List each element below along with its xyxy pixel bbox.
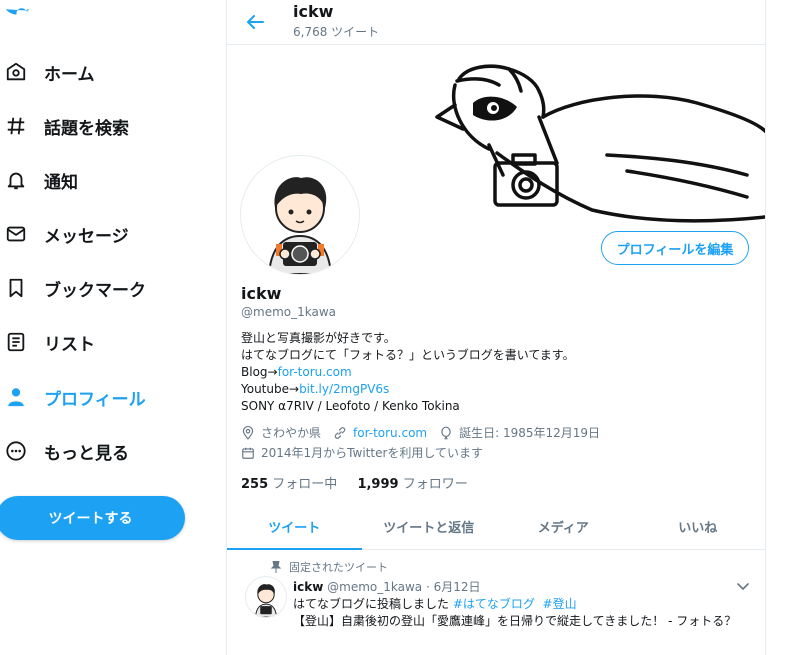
nav-item-profile[interactable]: プロフィール	[0, 377, 146, 417]
bell-icon	[4, 168, 28, 192]
followers-label: フォロワー	[402, 477, 468, 492]
bio-line: Blog→for-toru.com	[241, 364, 575, 381]
pinned-label: 固定されたツイート	[289, 561, 388, 574]
profile-avatar[interactable]	[240, 155, 360, 275]
bio-youtube-prefix: Youtube→	[241, 382, 300, 396]
tweet-button[interactable]: ツイートする	[0, 496, 185, 540]
tab-tweets[interactable]: ツイート	[227, 504, 362, 550]
bio-line: はてなブログにて「フォトる？」というブログを書いてます。	[241, 348, 575, 362]
edit-profile-button[interactable]: プロフィールを編集	[601, 231, 749, 265]
mail-icon	[4, 222, 28, 246]
nav-item-explore[interactable]: 話題を検索	[0, 106, 129, 146]
chevron-down-icon[interactable]	[735, 578, 751, 594]
nav-item-label: 話題を検索	[44, 118, 129, 139]
pinned-tweet[interactable]: 固定されたツイート ickw @memo_1kawa · 6月12日 はてなブロ…	[227, 550, 765, 655]
bio-line: 登山と写真撮影が好きです。	[241, 331, 396, 345]
link-icon	[333, 426, 347, 440]
profile-meta-row: さわやか県 for-toru.com 誕生日: 1985年12月19日	[241, 424, 600, 441]
nav-item-home[interactable]: ホーム	[0, 52, 95, 92]
tweet-header: ickw @memo_1kawa · 6月12日	[293, 578, 480, 595]
avatar-illustration	[267, 177, 333, 274]
twitter-logo-icon[interactable]	[4, 8, 30, 30]
hashtag-icon	[4, 114, 28, 138]
header-tweet-count: 6,768 ツイート	[293, 25, 380, 39]
pinned-indicator: 固定されたツイート	[271, 559, 388, 575]
nav-item-label: ブックマーク	[44, 280, 146, 301]
hashtag-link[interactable]: #登山	[543, 597, 577, 611]
nav-item-label: ホーム	[44, 64, 95, 85]
followers-link[interactable]: 1,999 フォロワー	[357, 477, 467, 492]
bio-line: Youtube→bit.ly/2mgPV6s	[241, 381, 575, 398]
tab-media[interactable]: メディア	[496, 504, 631, 549]
balloon-icon	[439, 426, 453, 440]
nav-item-label: プロフィール	[44, 389, 146, 410]
nav-item-label: もっと見る	[44, 443, 129, 464]
person-icon	[4, 385, 28, 409]
tweet-text-line: 【登山】自粛後初の登山「愛鷹連峰」を日帰りで縦走してきました！ - フォトる？	[293, 614, 737, 628]
followers-count: 1,999	[357, 477, 399, 492]
profile-name: ickw	[241, 284, 282, 303]
bio-youtube-link[interactable]: bit.ly/2mgPV6s	[299, 382, 389, 396]
list-icon	[4, 330, 28, 354]
tweet-author-name[interactable]: ickw	[293, 580, 323, 594]
profile-location: さわやか県	[261, 426, 322, 440]
profile-joined-row: 2014年1月からTwitterを利用しています	[241, 444, 483, 461]
tweet-meta: @memo_1kawa · 6月12日	[327, 580, 481, 594]
tweet-avatar[interactable]	[245, 576, 287, 618]
main-column: ickw 6,768 ツイート プロフィールを編集 ickw @memo_1ka…	[226, 0, 766, 655]
sidebar: ホーム 話題を検索 通知 メッセージ ブックマーク リスト プロフィール もっと…	[0, 0, 226, 655]
calendar-icon	[241, 446, 255, 460]
profile-joined: 2014年1月からTwitterを利用しています	[261, 446, 484, 460]
nav-item-label: リスト	[44, 334, 95, 355]
bookmark-icon	[4, 276, 28, 300]
profile-website-link[interactable]: for-toru.com	[353, 426, 427, 440]
tweet-text: はてなブログに投稿しました #はてなブログ #登山 【登山】自粛後初の登山「愛鷹…	[293, 596, 748, 630]
nav-item-label: 通知	[44, 172, 78, 193]
following-link[interactable]: 255 フォロー中	[241, 477, 337, 492]
follow-stats: 255 フォロー中 1,999 フォロワー	[241, 473, 468, 492]
home-icon	[4, 60, 28, 84]
hashtag-link[interactable]: #はてなブログ	[453, 597, 535, 611]
bio-line: SONY α7RIV / Leofoto / Kenko Tokina	[241, 399, 460, 413]
nav-item-messages[interactable]: メッセージ	[0, 214, 129, 254]
profile-handle: @memo_1kawa	[241, 305, 336, 319]
nav-item-notifications[interactable]: 通知	[0, 160, 78, 200]
profile-header-bar: ickw 6,768 ツイート	[227, 0, 765, 45]
following-count: 255	[241, 477, 269, 492]
profile-birthday: 誕生日: 1985年12月19日	[459, 426, 601, 440]
nav-item-more[interactable]: もっと見る	[0, 431, 129, 471]
profile-bio: 登山と写真撮影が好きです。 はてなブログにて「フォトる？」というブログを書いてま…	[241, 330, 575, 415]
avatar-illustration	[254, 584, 278, 617]
pin-icon	[271, 561, 281, 573]
header-name: ickw	[293, 2, 334, 21]
location-icon	[241, 425, 255, 440]
tab-tweets-and-replies[interactable]: ツイートと返信	[362, 504, 497, 549]
nav-item-lists[interactable]: リスト	[0, 322, 95, 362]
nav-item-label: メッセージ	[44, 226, 129, 247]
profile-tabs: ツイート ツイートと返信 メディア いいね	[227, 504, 765, 550]
bio-blog-prefix: Blog→	[241, 365, 278, 379]
more-icon	[4, 439, 28, 463]
tweet-text-prefix: はてなブログに投稿しました	[293, 597, 453, 611]
nav-item-bookmarks[interactable]: ブックマーク	[0, 268, 146, 308]
tab-likes[interactable]: いいね	[631, 504, 766, 549]
bio-blog-link[interactable]: for-toru.com	[278, 365, 352, 379]
back-arrow-icon[interactable]	[243, 10, 267, 34]
following-label: フォロー中	[272, 477, 338, 492]
